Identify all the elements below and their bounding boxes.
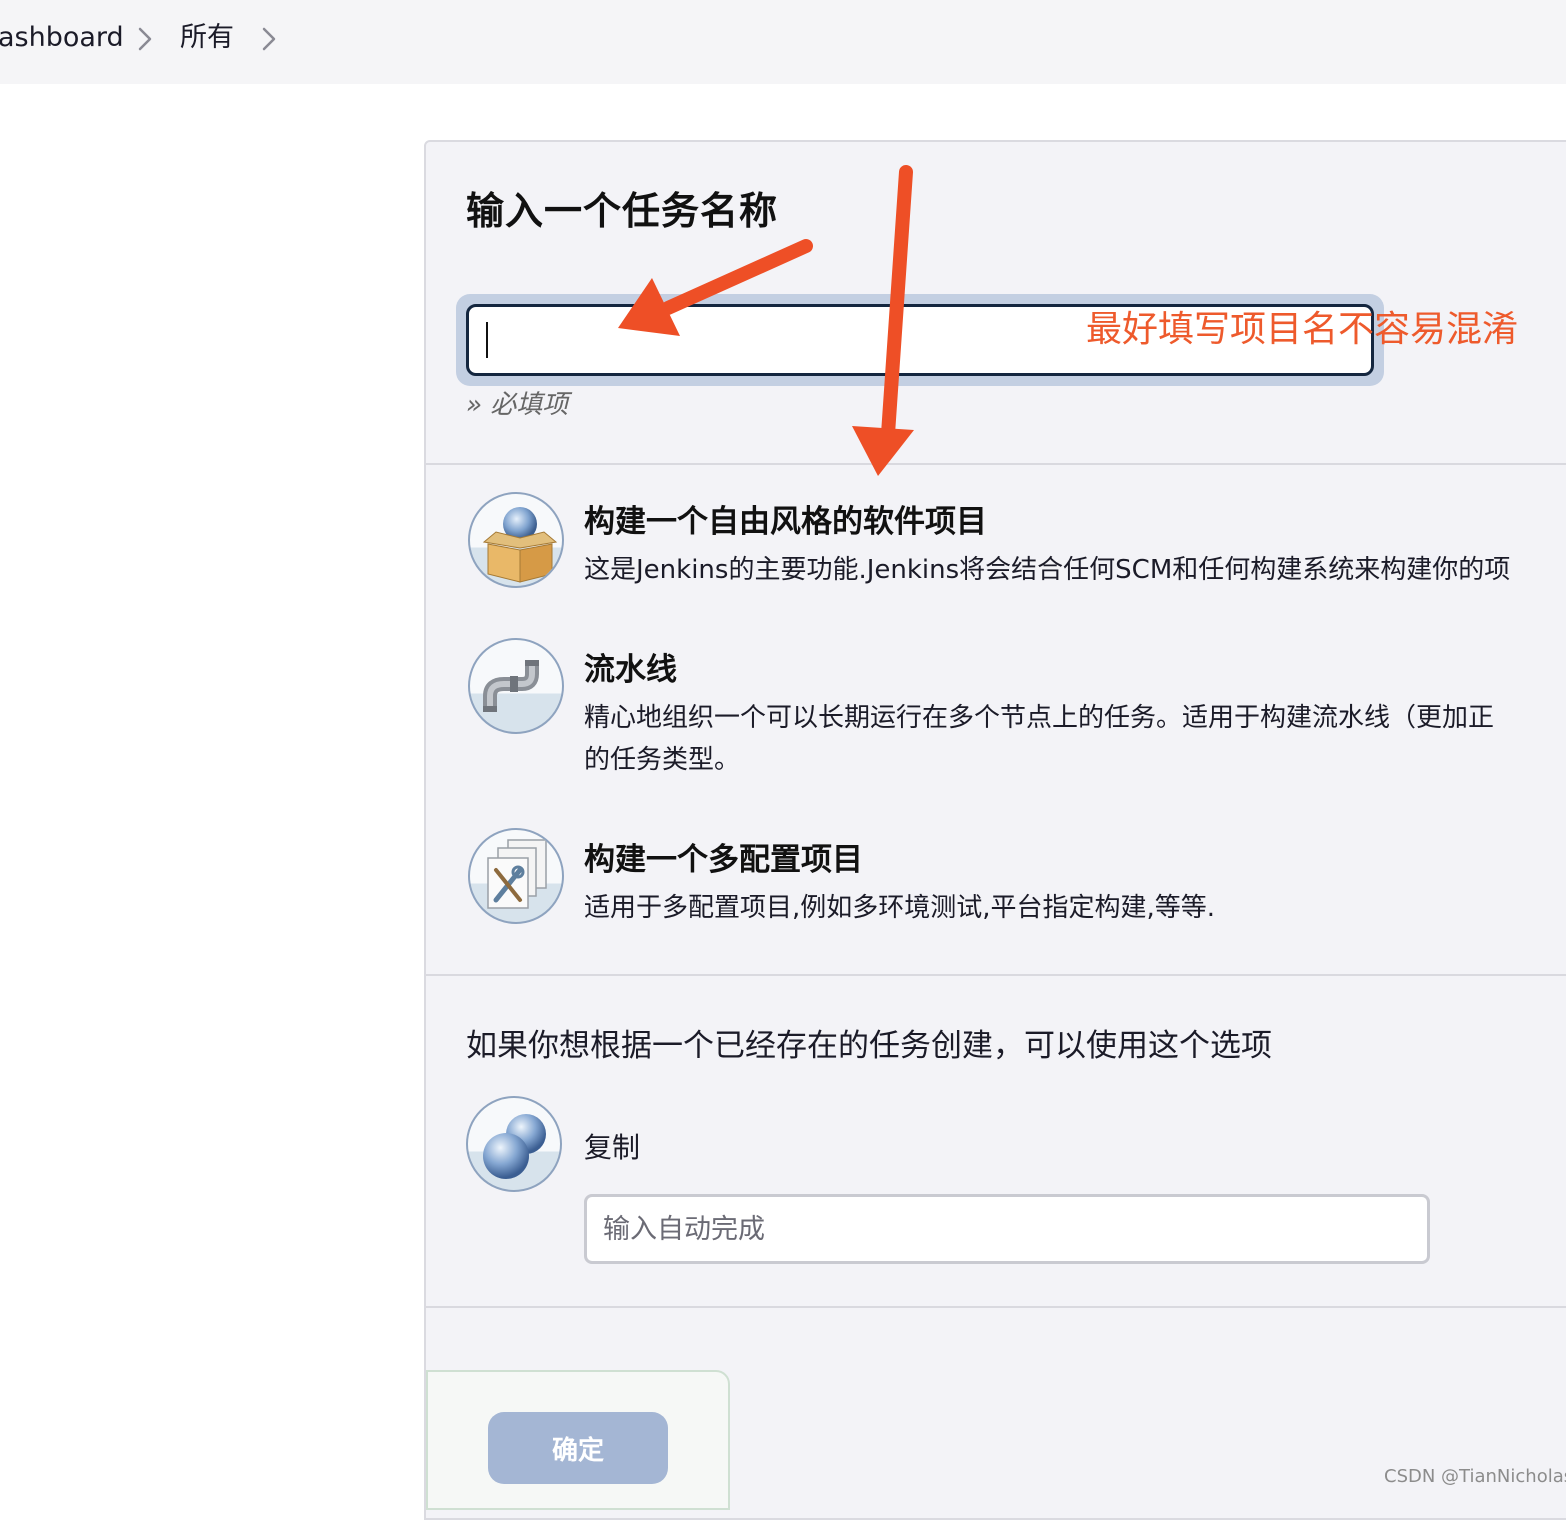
breadcrumb-item-all[interactable]: 所有 [180,18,234,58]
watermark: CSDN @TianNicholas [1384,1466,1566,1487]
text-caret [486,322,488,358]
item-type-multiconfig-title[interactable]: 构建一个多配置项目 [584,834,863,879]
ok-button[interactable]: 确定 [488,1412,668,1484]
item-type-pipeline-title[interactable]: 流水线 [584,644,677,689]
item-type-freestyle-title[interactable]: 构建一个自由风格的软件项目 [584,496,987,541]
copy-section-heading: 如果你想根据一个已经存在的任务创建，可以使用这个选项 [466,1028,1272,1064]
copy-spheres-icon[interactable] [466,1096,562,1192]
section-divider [426,1306,1566,1308]
multiconfig-tools-icon[interactable] [468,828,564,924]
copy-from-input[interactable] [584,1194,1430,1264]
breadcrumb: ashboard 所有 [0,0,1566,84]
section-divider [426,463,1566,465]
item-type-pipeline-desc-line1: 精心地组织一个可以长期运行在多个节点上的任务。适用于构建流水线（更加正 [584,703,1495,733]
annotation-text: 最好填写项目名不容易混淆 [1086,309,1519,350]
chevron-right-icon[interactable] [262,26,276,52]
section-divider [426,974,1566,976]
pipeline-pipe-icon[interactable] [468,638,564,734]
item-type-multiconfig-desc: 适用于多配置项目,例如多环境测试,平台指定构建,等等. [584,893,1216,923]
copy-label: 复制 [584,1131,641,1164]
page-title: 输入一个任务名称 [466,189,779,233]
breadcrumb-item-dashboard[interactable]: ashboard [0,18,124,58]
required-hint: » 必填项 [466,390,569,420]
item-type-pipeline-desc-line2: 的任务类型。 [584,745,741,775]
freestyle-box-icon[interactable] [468,492,564,588]
chevron-right-icon [138,26,152,52]
item-type-freestyle-desc: 这是Jenkins的主要功能.Jenkins将会结合任何SCM和任何构建系统来构… [584,555,1511,585]
